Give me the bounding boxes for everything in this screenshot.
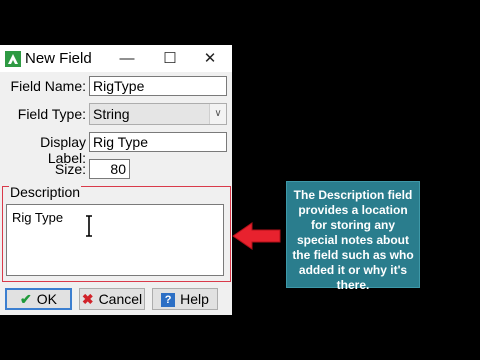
window-title: New Field [25,50,92,67]
callout-note: The Description field provides a locatio… [286,181,420,292]
field-type-select[interactable]: String ∨ [89,103,227,125]
field-name-input[interactable]: RigType [89,76,227,96]
description-textarea[interactable]: Rig Type [6,204,224,276]
help-label: Help [180,291,209,307]
arcgis-logo-icon [5,51,21,67]
title-bar: New Field — ☐ ✕ [0,45,232,72]
maximize-button[interactable]: ☐ [155,45,185,72]
size-input[interactable]: 80 [89,159,130,179]
ok-label: OK [36,291,57,307]
field-type-label: Field Type: [17,106,86,122]
checkmark-icon: ✔ [20,291,32,307]
close-button[interactable]: ✕ [195,45,225,72]
field-type-value: String [93,106,130,122]
help-icon: ? [161,293,176,307]
size-label: Size: [54,161,86,177]
cancel-label: Cancel [98,291,143,307]
chevron-down-icon[interactable]: ∨ [209,104,226,124]
pointer-arrow [232,222,281,250]
ok-button[interactable]: ✔ OK [5,288,72,310]
minimize-button[interactable]: — [112,45,142,72]
text-cursor-icon [86,215,92,237]
help-button[interactable]: ? Help [152,288,218,310]
display-label-input[interactable]: Rig Type [89,132,227,152]
x-icon: ✖ [81,291,94,307]
field-name-label: Field Name: [10,78,86,94]
cancel-button[interactable]: ✖ Cancel [79,288,145,310]
description-label: Description [9,184,82,200]
